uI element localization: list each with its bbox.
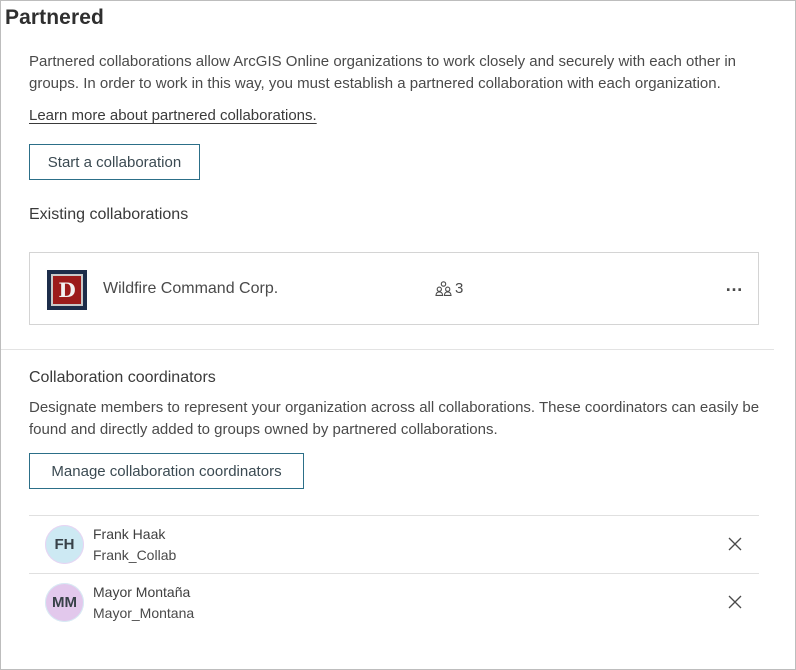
collaboration-card[interactable]: D Wildfire Command Corp. 3 … (29, 252, 759, 325)
coordinators-heading: Collaboration coordinators (29, 369, 216, 386)
section-divider (1, 349, 774, 350)
coordinator-username: Frank_Collab (93, 547, 177, 563)
member-count: 3 (435, 280, 463, 297)
start-collaboration-button[interactable]: Start a collaboration (29, 144, 200, 180)
organization-name: Wildfire Command Corp. (103, 280, 279, 297)
coordinator-name: Frank Haak (93, 526, 166, 542)
coordinators-description: Designate members to represent your orga… (29, 399, 760, 438)
page-title: Partnered (5, 6, 104, 29)
more-options-button[interactable]: … (725, 275, 744, 295)
close-icon[interactable] (728, 537, 742, 551)
organization-logo-mark: D (51, 274, 83, 306)
coordinator-name: Mayor Montaña (93, 584, 191, 600)
coordinator-row: FH Frank Haak Frank_Collab (29, 515, 759, 573)
coordinator-row: MM Mayor Montaña Mayor_Montana (29, 573, 759, 631)
intro-text: Partnered collaborations allow ArcGIS On… (29, 53, 737, 92)
coordinator-username: Mayor_Montana (93, 605, 195, 621)
avatar: FH (45, 525, 84, 564)
coordinator-list: FH Frank Haak Frank_Collab MM Mayor Mont… (29, 515, 759, 631)
group-icon (435, 281, 452, 296)
existing-collaborations-heading: Existing collaborations (29, 206, 189, 223)
learn-more-link[interactable]: Learn more about partnered collaboration… (29, 107, 317, 124)
partnered-panel: Partnered Partnered collaborations allow… (0, 0, 796, 670)
member-count-value: 3 (455, 280, 464, 297)
organization-logo: D (47, 270, 87, 310)
manage-coordinators-button[interactable]: Manage collaboration coordinators (29, 453, 304, 489)
avatar: MM (45, 583, 84, 622)
close-icon[interactable] (728, 595, 742, 609)
